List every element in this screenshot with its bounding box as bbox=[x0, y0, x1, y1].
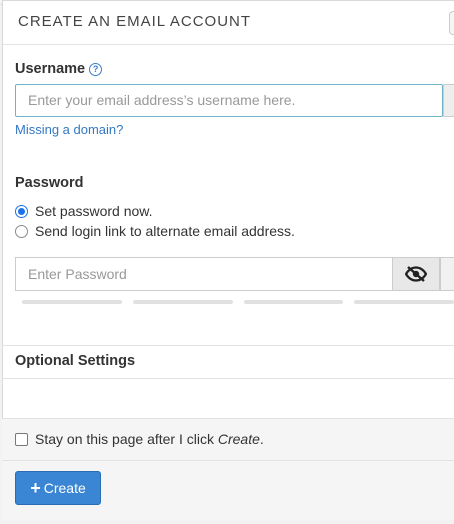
strength-meter-segment bbox=[133, 300, 233, 304]
divider bbox=[2, 345, 454, 346]
radio-send-link-row[interactable]: Send login link to alternate email addre… bbox=[15, 223, 295, 239]
password-input[interactable]: Enter Password bbox=[15, 257, 393, 291]
optional-settings-toggle[interactable]: Optional Settings bbox=[15, 353, 135, 369]
eye-slash-icon bbox=[405, 266, 427, 282]
username-label-text: Username bbox=[15, 61, 86, 77]
stay-label-prefix: Stay on this page after I click bbox=[35, 431, 218, 447]
header-control[interactable] bbox=[449, 11, 454, 35]
stay-label-emphasis: Create bbox=[217, 431, 260, 447]
strength-meter-segment bbox=[244, 300, 343, 304]
radio-set-password[interactable] bbox=[15, 204, 28, 218]
plus-icon: + bbox=[30, 478, 41, 498]
strength-meter-segment bbox=[22, 300, 122, 304]
divider bbox=[2, 378, 454, 379]
stay-on-page-label[interactable]: Stay on this page after I click Create. bbox=[35, 431, 264, 447]
create-button[interactable]: + Create bbox=[15, 471, 101, 505]
password-generator-button[interactable] bbox=[440, 257, 454, 291]
panel-title: CREATE AN EMAIL ACCOUNT bbox=[18, 13, 252, 30]
stay-on-page-row[interactable]: Stay on this page after I click Create. bbox=[15, 431, 264, 447]
stay-label-suffix: . bbox=[259, 431, 264, 447]
radio-send-login-link[interactable] bbox=[15, 224, 28, 238]
help-icon[interactable]: ? bbox=[89, 63, 103, 76]
panel-header: CREATE AN EMAIL ACCOUNT bbox=[3, 1, 454, 45]
password-label: Password bbox=[15, 175, 84, 191]
username-label: Username? bbox=[15, 61, 103, 77]
create-button-label: Create bbox=[43, 480, 86, 496]
divider bbox=[2, 460, 454, 461]
strength-meter-segment bbox=[354, 300, 454, 304]
radio-send-login-link-label[interactable]: Send login link to alternate email addre… bbox=[35, 223, 295, 239]
username-input[interactable]: Enter your email address’s username here… bbox=[15, 84, 443, 117]
radio-set-password-row[interactable]: Set password now. bbox=[15, 203, 153, 219]
toggle-password-visibility-button[interactable] bbox=[392, 257, 440, 291]
stay-on-page-checkbox[interactable] bbox=[15, 432, 28, 446]
missing-domain-link[interactable]: Missing a domain? bbox=[15, 122, 123, 137]
radio-set-password-label[interactable]: Set password now. bbox=[35, 203, 153, 219]
username-addon bbox=[443, 84, 454, 117]
